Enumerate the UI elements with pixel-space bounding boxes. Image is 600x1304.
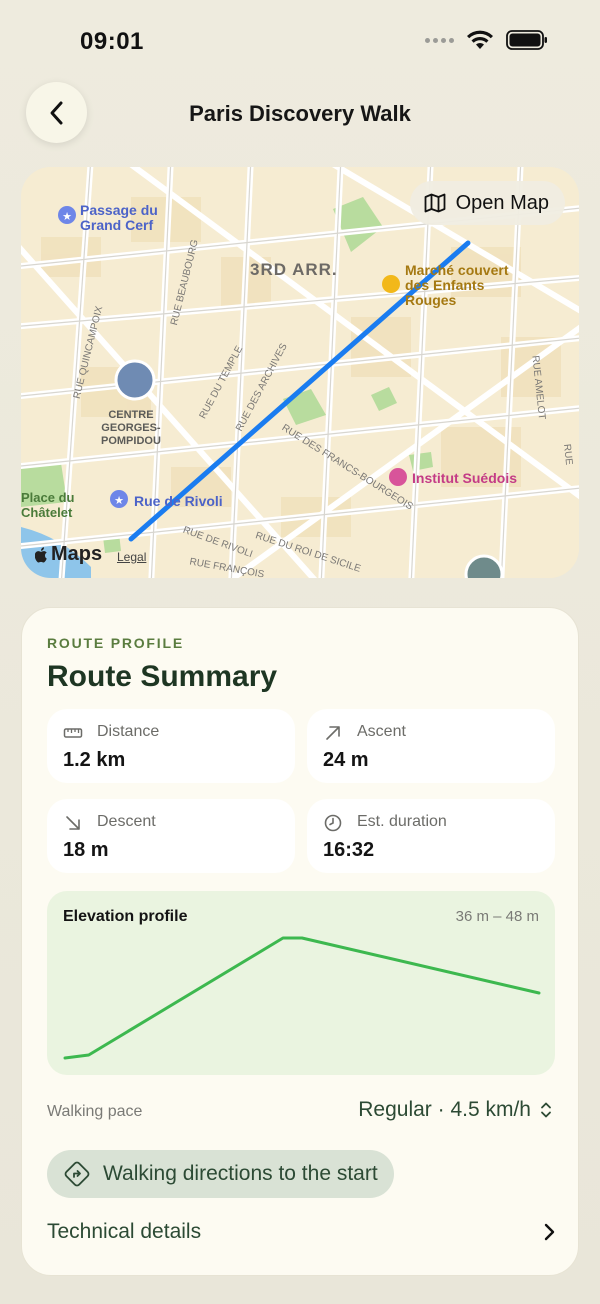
cellular-signal-icon bbox=[425, 37, 454, 43]
apple-maps-logo: Maps bbox=[35, 543, 102, 566]
arrow-down-right-icon bbox=[66, 816, 80, 830]
poi-centre-pompidou[interactable]: CENTRE GEORGES- POMPIDOU bbox=[101, 409, 161, 448]
battery-icon bbox=[506, 30, 547, 50]
stat-value: 1.2 km bbox=[63, 749, 126, 771]
poi-rue-de-rivoli[interactable]: Rue de Rivoli bbox=[134, 493, 223, 509]
technical-details-label: Technical details bbox=[47, 1220, 202, 1243]
walking-pace-label: Walking pace bbox=[47, 1103, 143, 1120]
route-summary-card: ROUTE PROFILE Route Summary Distance 1.2… bbox=[21, 607, 579, 1276]
stat-value: 16:32 bbox=[323, 839, 375, 861]
stat-label: Ascent bbox=[357, 723, 406, 740]
walking-pace-value: Regular · 4.5 km/h bbox=[358, 1098, 531, 1121]
stat-label: Distance bbox=[97, 723, 160, 740]
elevation-profile-panel: Elevation profile 36 m – 48 m bbox=[47, 891, 555, 1075]
navigation-bar: Paris Discovery Walk bbox=[0, 80, 600, 146]
street-label: RUE bbox=[560, 443, 575, 466]
arrow-up-right-icon bbox=[326, 726, 340, 740]
ruler-icon bbox=[63, 728, 83, 738]
technical-details-row[interactable]: Technical details bbox=[47, 1214, 556, 1250]
maps-logo-text: Maps bbox=[51, 543, 103, 565]
map-icon bbox=[424, 193, 446, 213]
stat-ascent: Ascent 24 m bbox=[307, 709, 555, 783]
district-label: 3RD ARR. bbox=[250, 260, 338, 279]
wifi-icon bbox=[467, 30, 493, 49]
directions-sign-icon bbox=[64, 1161, 90, 1187]
stat-descent: Descent 18 m bbox=[47, 799, 295, 873]
stat-label: Descent bbox=[97, 813, 156, 830]
status-time: 09:01 bbox=[80, 28, 144, 55]
chevron-right-icon bbox=[544, 1223, 555, 1241]
route-map[interactable]: ★ ★ 3RD ARR. Passage du Grand Cerf March… bbox=[21, 167, 579, 578]
status-icons bbox=[425, 30, 548, 50]
status-bar: 09:01 bbox=[0, 0, 600, 80]
walking-pace-selector[interactable]: Regular · 4.5 km/h bbox=[358, 1098, 553, 1122]
poi-passage-du-grand-cerf[interactable]: Passage du Grand Cerf bbox=[80, 203, 158, 233]
poi-place-du-chatelet[interactable]: Place du Châtelet bbox=[21, 490, 74, 520]
svg-text:★: ★ bbox=[114, 494, 124, 507]
section-eyebrow: ROUTE PROFILE bbox=[47, 635, 184, 651]
stat-value: 18 m bbox=[63, 839, 109, 861]
poi-marche-couvert[interactable]: Marché couvert des Enfants Rouges bbox=[405, 263, 508, 308]
page-title: Paris Discovery Walk bbox=[189, 101, 411, 126]
chevron-up-down-icon bbox=[541, 1102, 551, 1118]
elevation-line bbox=[63, 936, 541, 1060]
walking-directions-button[interactable]: Walking directions to the start bbox=[47, 1150, 394, 1198]
stat-duration: Est. duration 16:32 bbox=[307, 799, 555, 873]
clock-icon bbox=[324, 814, 342, 832]
open-map-button[interactable]: Open Map bbox=[409, 181, 565, 225]
summary-title: Route Summary bbox=[47, 660, 278, 693]
directions-label: Walking directions to the start bbox=[103, 1162, 378, 1185]
elevation-range: 36 m – 48 m bbox=[455, 908, 539, 925]
legal-link[interactable]: Legal bbox=[117, 550, 146, 564]
poi-institut-suedois[interactable]: Institut Suédois bbox=[412, 470, 517, 486]
open-map-label: Open Map bbox=[455, 191, 549, 214]
stat-distance: Distance 1.2 km bbox=[47, 709, 295, 783]
apple-logo-icon bbox=[35, 546, 47, 562]
elevation-title: Elevation profile bbox=[63, 908, 188, 925]
svg-text:★: ★ bbox=[62, 210, 72, 223]
stat-label: Est. duration bbox=[357, 813, 447, 830]
stat-value: 24 m bbox=[323, 749, 369, 771]
